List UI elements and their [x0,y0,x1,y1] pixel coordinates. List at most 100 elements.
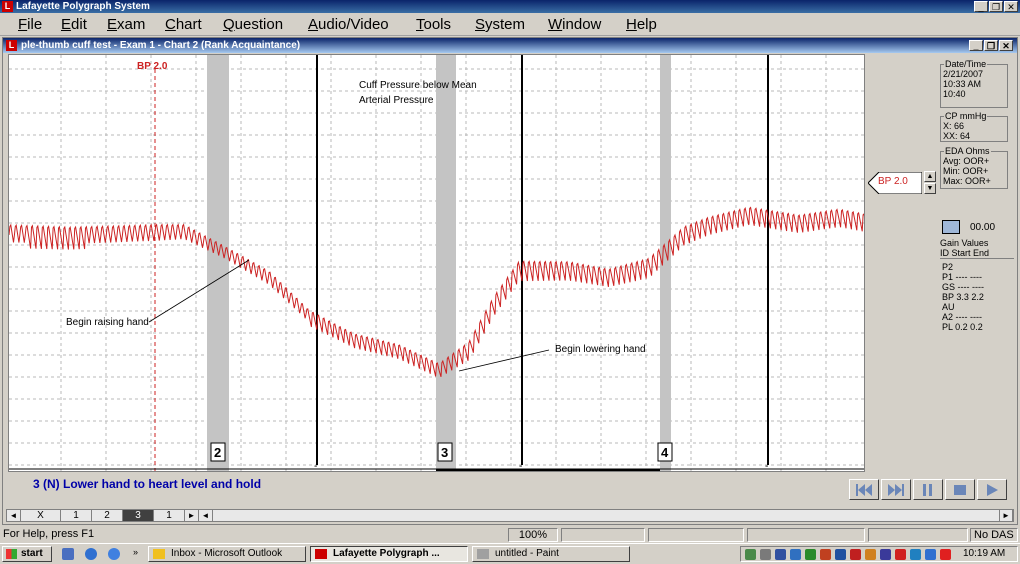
tray-icon-5[interactable] [805,549,816,560]
page-scroll-right-button[interactable]: ► [185,510,199,521]
taskbar-item-outlook[interactable]: Inbox - Microsoft Outlook [148,546,306,562]
menu-chart[interactable]: Chart [165,16,202,33]
menu-tools[interactable]: Tools [416,16,451,33]
gain-icon[interactable] [942,220,960,234]
menu-question[interactable]: Question [223,16,283,33]
window-controls: _ ❐ ✕ [974,1,1018,12]
pointer-scroll-down[interactable]: ▼ [924,183,936,194]
playback-controls [849,479,1007,500]
internet-explorer-icon[interactable] [85,548,97,560]
browser-icon[interactable] [108,548,120,560]
cuff-annotation-line2: Arterial Pressure [359,95,434,106]
page-tab-4[interactable]: 1 [154,510,185,521]
tray-icon-1[interactable] [745,549,756,560]
menu-audio-video[interactable]: Audio/Video [308,16,389,33]
event-tick-3: - [765,461,768,472]
menu-edit[interactable]: Edit [61,16,87,33]
channel-pointer-panel: BP 2.0 ▲ ▼ [866,54,938,472]
play-button[interactable] [977,479,1007,500]
lafayette-logo-icon: L [2,1,13,12]
gain-row-pl: PL 0.2 0.2 [942,322,983,332]
bp-pointer-arrow[interactable]: BP 2.0 [867,171,923,195]
raise-pointer [148,259,250,323]
windows-logo-icon [6,549,17,559]
svg-text:2: 2 [214,445,221,460]
gain-row-p2: P2 [942,262,954,272]
tray-icon-14[interactable] [940,549,951,560]
app-title-bar: L Lafayette Polygraph System _ ❐ ✕ [0,0,1020,13]
tray-icon-2[interactable] [760,549,771,560]
cuff-annotation-line1: Cuff Pressure below Mean [359,80,477,91]
tray-icon-9[interactable] [865,549,876,560]
gain-values-label: Gain Values [940,238,989,248]
fast-forward-icon [888,483,904,496]
page-tab-1[interactable]: 1 [61,510,92,521]
question-marker-3[interactable]: 3 [437,442,453,462]
rewind-button[interactable] [849,479,879,500]
paint-icon [477,549,489,559]
tray-icon-8[interactable] [850,549,861,560]
lafayette-logo-icon: L [6,40,17,51]
chart-restore-button[interactable]: ❐ [984,40,998,51]
menu-file[interactable]: File [18,16,42,33]
gain-table-header: ID Start End [940,248,1014,259]
cuff-annotation: Cuff Pressure below Mean Arterial Pressu… [359,80,479,106]
tray-icon-6[interactable] [820,549,831,560]
page-tab-2[interactable]: 2 [92,510,123,521]
menu-window[interactable]: Window [548,16,601,33]
current-question-text: 3 (N) Lower hand to heart level and hold [33,477,262,491]
tray-icon-11[interactable] [895,549,906,560]
eda-max: Max: OOR+ [943,176,991,186]
tray-icon-12[interactable] [910,549,921,560]
lower-annotation: Begin lowering hand [555,344,646,355]
show-desktop-icon[interactable] [62,548,74,560]
page-tab-x[interactable]: X [21,510,61,521]
fast-forward-button[interactable] [881,479,911,500]
pointer-scroll-up[interactable]: ▲ [924,171,936,182]
svg-text:4: 4 [661,445,669,460]
eda-box: EDA Ohms Avg: OOR+ Min: OOR+ Max: OOR+ [940,146,1008,189]
quick-launch-overflow-icon[interactable]: » [133,547,138,557]
tray-icon-7[interactable] [835,549,846,560]
menu-system[interactable]: System [475,16,525,33]
chart-page-scrollbar[interactable]: ◄ X 1 2 3 1 ► ◄ ► [6,509,1014,522]
tray-icon-13[interactable] [925,549,936,560]
taskbar-item-lafayette-label: Lafayette Polygraph ... [333,548,440,559]
scroll-right-button[interactable]: ► [999,510,1013,521]
chart-window-title-bar: L ple-thumb cuff test - Exam 1 - Chart 2… [3,38,1017,53]
tray-icon-10[interactable] [880,549,891,560]
chart-close-button[interactable]: ✕ [999,40,1013,51]
taskbar-item-lafayette[interactable]: Lafayette Polygraph ... [310,546,468,562]
taskbar-item-paint-label: untitled - Paint [495,548,559,559]
minimize-button[interactable]: _ [974,1,988,12]
close-button[interactable]: ✕ [1004,1,1018,12]
start-button[interactable]: start [2,546,52,562]
taskbar-item-paint[interactable]: untitled - Paint [472,546,630,562]
question-band-3 [436,55,456,471]
menu-help[interactable]: Help [626,16,657,33]
menu-exam[interactable]: Exam [107,16,145,33]
tray-icon-4[interactable] [790,549,801,560]
status-cell-empty-4 [868,528,968,542]
datetime-time: 10:33 AM [943,79,982,89]
tray-icon-3[interactable] [775,549,786,560]
datetime-box: Date/Time 2/21/2007 10:33 AM 10:40 [940,59,1008,108]
stop-button[interactable] [945,479,975,500]
event-tick-2: - [519,461,522,472]
scroll-left-button[interactable]: ◄ [7,510,21,521]
question-marker-4[interactable]: 4 [657,442,673,462]
chart-minimize-button[interactable]: _ [969,40,983,51]
start-label: start [21,548,43,559]
lower-pointer [458,349,550,372]
status-zoom: 100% [508,528,558,542]
restore-button[interactable]: ❐ [989,1,1003,12]
datetime-date: 2/21/2007 [943,69,984,79]
menu-bar: File Edit Exam Chart Question Audio/Vide… [0,14,1020,36]
eda-header: EDA Ohms [944,146,991,156]
pause-button[interactable] [913,479,943,500]
page-tab-3[interactable]: 3 [123,510,154,521]
question-marker-2[interactable]: 2 [210,442,226,462]
polygraph-chart[interactable]: BP 2.0 Begin raising hand Begin lowering… [8,54,865,472]
tray-clock: 10:19 AM [963,548,1006,559]
page-scroll-left-button[interactable]: ◄ [199,510,213,521]
